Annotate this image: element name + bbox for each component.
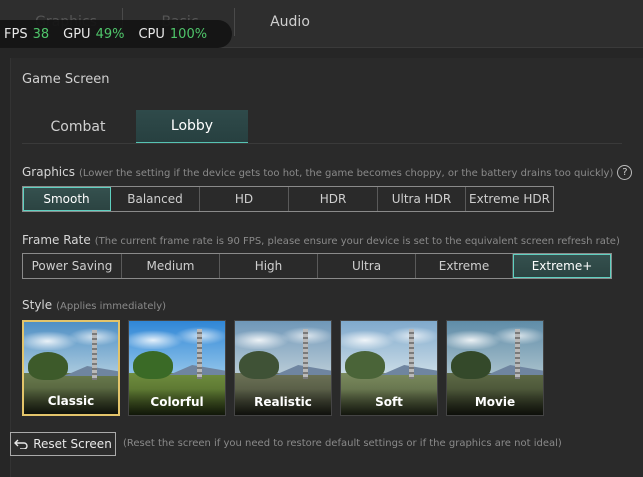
style-card-colorful[interactable]: Colorful — [128, 320, 226, 416]
style-card-soft[interactable]: Soft — [340, 320, 438, 416]
frame-rate-option-extreme-plus[interactable]: Extreme+ — [513, 254, 611, 278]
style-card-label: Realistic — [235, 389, 331, 415]
graphics-quality-selector: Smooth Balanced HD HDR Ultra HDR Extreme… — [22, 186, 554, 212]
reset-screen-button[interactable]: Reset Screen — [10, 432, 116, 456]
style-card-classic[interactable]: Classic — [22, 320, 120, 416]
graphics-hint: (Lower the setting if the device gets to… — [79, 168, 614, 179]
graphics-option-ultra-hdr[interactable]: Ultra HDR — [378, 187, 466, 211]
frame-rate-option-ultra[interactable]: Ultra — [318, 254, 416, 278]
subtab-divider — [22, 143, 622, 144]
tower-image — [92, 330, 97, 380]
tower-image — [197, 329, 202, 379]
tab-divider — [234, 8, 235, 36]
style-card-movie[interactable]: Movie — [446, 320, 544, 416]
subtab-lobby[interactable]: Lobby — [136, 110, 248, 144]
frame-rate-option-high[interactable]: High — [220, 254, 318, 278]
graphics-option-balanced[interactable]: Balanced — [111, 187, 200, 211]
clouds-image — [129, 327, 225, 349]
frame-rate-hint: (The current frame rate is 90 FPS, pleas… — [94, 236, 620, 247]
graphics-option-smooth[interactable]: Smooth — [23, 187, 111, 211]
fps-value: 38 — [32, 26, 50, 42]
fps-label: FPS — [4, 26, 28, 42]
style-card-label: Movie — [447, 389, 543, 415]
style-label-row: Style (Applies immediately) — [22, 298, 166, 312]
reset-hint: (Reset the screen if you need to restore… — [123, 438, 562, 449]
tower-image — [515, 329, 520, 379]
gpu-label: GPU — [63, 26, 91, 42]
frame-rate-option-power-saving[interactable]: Power Saving — [23, 254, 122, 278]
gpu-value: 49% — [95, 26, 125, 42]
graphics-option-hd[interactable]: HD — [200, 187, 289, 211]
cpu-value: 100% — [169, 26, 208, 42]
graphics-option-hdr[interactable]: HDR — [289, 187, 378, 211]
tree-image — [28, 352, 68, 380]
tree-image — [133, 351, 173, 379]
frame-rate-option-medium[interactable]: Medium — [122, 254, 220, 278]
tab-audio[interactable]: Audio — [258, 0, 322, 44]
style-card-label: Soft — [341, 389, 437, 415]
graphics-label-row: Graphics (Lower the setting if the device… — [22, 165, 633, 180]
frame-rate-option-extreme[interactable]: Extreme — [416, 254, 513, 278]
frame-rate-selector: Power Saving Medium High Ultra Extreme E… — [22, 253, 612, 279]
style-hint: (Applies immediately) — [56, 301, 167, 312]
style-card-realistic[interactable]: Realistic — [234, 320, 332, 416]
performance-overlay: FPS 38 GPU 49% CPU 100% — [0, 20, 232, 48]
tree-image — [451, 351, 491, 379]
frame-rate-label-row: Frame Rate (The current frame rate is 90 … — [22, 233, 620, 247]
clouds-image — [235, 327, 331, 349]
help-icon[interactable]: ? — [617, 165, 633, 180]
reset-screen-label: Reset Screen — [33, 437, 112, 451]
frame-rate-label: Frame Rate — [22, 233, 91, 247]
clouds-image — [341, 327, 437, 349]
tree-image — [239, 351, 279, 379]
style-card-label: Classic — [24, 388, 118, 414]
subtab-combat[interactable]: Combat — [22, 110, 134, 144]
section-title: Game Screen — [22, 72, 110, 87]
tower-image — [303, 329, 308, 379]
graphics-option-extreme-hdr[interactable]: Extreme HDR — [466, 187, 553, 211]
style-card-label: Colorful — [129, 389, 225, 415]
style-options: Classic Colorful Realistic Soft Movie — [22, 320, 544, 416]
clouds-image — [447, 327, 543, 349]
tower-image — [409, 329, 414, 379]
cpu-label: CPU — [138, 26, 165, 42]
style-label: Style — [22, 298, 53, 312]
graphics-label: Graphics — [22, 165, 75, 179]
clouds-image — [24, 328, 118, 350]
reset-icon — [14, 439, 28, 449]
tree-image — [345, 351, 385, 379]
